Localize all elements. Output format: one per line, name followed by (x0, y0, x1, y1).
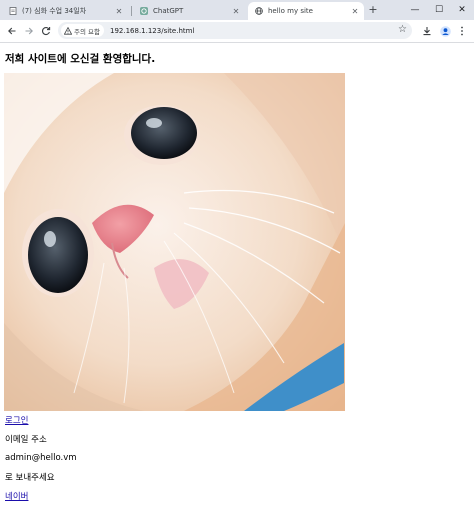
address-bar[interactable]: 주의 요함 192.168.1.123/site.html ☆ (58, 22, 412, 39)
tab-title: ChatGPT (153, 7, 184, 15)
page-content: 저희 사이트에 오신걸 환영합니다. 로그인 이메일 주소 admin@hell… (0, 43, 474, 513)
close-tab-icon[interactable]: ✕ (114, 7, 124, 16)
cat-photo (4, 73, 345, 411)
new-tab-button[interactable]: + (366, 3, 380, 17)
download-icon (423, 27, 431, 36)
tab-chatgpt[interactable]: ChatGPT ✕ (133, 2, 245, 20)
tab-lesson[interactable]: (7) 심화 수업 34일차 ✕ (2, 2, 128, 20)
warning-icon (64, 26, 72, 35)
more-vertical-icon (461, 26, 463, 36)
back-button[interactable] (4, 23, 20, 39)
forward-arrow-icon (25, 27, 33, 35)
email-instruction: 로 보내주세요 (5, 473, 55, 483)
menu-button[interactable] (454, 23, 470, 39)
naver-link[interactable]: 네이버 (5, 490, 28, 502)
email-label: 이메일 주소 (5, 435, 47, 445)
browser-toolbar: 주의 요함 192.168.1.123/site.html ☆ (0, 20, 474, 43)
back-arrow-icon (8, 27, 16, 35)
cat-image (4, 73, 345, 411)
maximize-button[interactable]: ☐ (429, 0, 449, 20)
close-tab-icon[interactable]: ✕ (350, 7, 360, 16)
tab-title: (7) 심화 수업 34일차 (22, 7, 87, 15)
page-heading: 저희 사이트에 오신걸 환영합니다. (5, 53, 156, 65)
tab-strip: (7) 심화 수업 34일차 ✕ ChatGPT ✕ hello my site… (0, 0, 474, 20)
bookmark-star-icon[interactable]: ☆ (398, 24, 407, 35)
url-text[interactable]: 192.168.1.123/site.html (110, 27, 194, 35)
email-address: admin@hello.vm (5, 453, 77, 463)
reload-button[interactable] (38, 23, 54, 39)
forward-button[interactable] (21, 23, 37, 39)
login-link[interactable]: 로그인 (5, 414, 28, 426)
tab-divider (131, 6, 132, 16)
profile-icon (439, 25, 451, 37)
document-icon (9, 7, 17, 15)
security-label: 주의 요함 (74, 27, 100, 36)
minimize-button[interactable]: — (405, 0, 425, 20)
tab-hello-my-site[interactable]: hello my site ✕ (248, 2, 364, 20)
globe-icon (255, 7, 263, 15)
download-button[interactable] (419, 23, 435, 39)
security-indicator[interactable]: 주의 요함 (61, 24, 104, 37)
reload-icon (41, 27, 51, 36)
close-window-button[interactable]: ✕ (452, 0, 472, 20)
chatgpt-icon (140, 7, 148, 15)
tab-title: hello my site (268, 7, 313, 15)
close-tab-icon[interactable]: ✕ (231, 7, 241, 16)
profile-button[interactable] (437, 23, 453, 39)
